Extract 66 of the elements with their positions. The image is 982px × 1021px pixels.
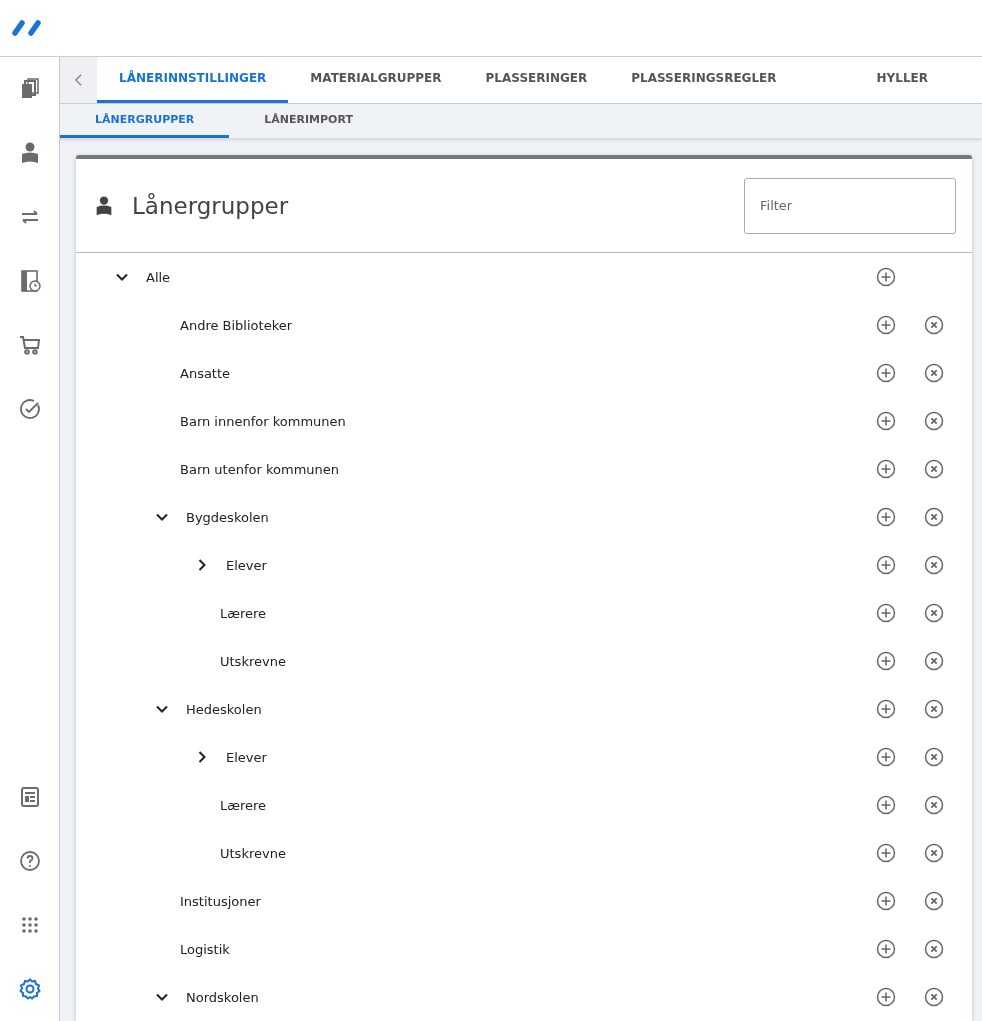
check-circle-icon[interactable] (17, 397, 42, 421)
add-icon[interactable] (876, 843, 896, 863)
group-name[interactable]: Utskrevne (220, 845, 286, 861)
add-icon[interactable] (876, 651, 896, 671)
group-name[interactable]: Lærere (220, 605, 267, 621)
group-name[interactable]: Andre Biblioteker (180, 317, 293, 333)
group-name[interactable]: Barn utenfor kommunen (180, 461, 339, 477)
chevron-down-icon[interactable] (156, 991, 168, 1003)
chevron-down-icon[interactable] (156, 703, 168, 715)
add-icon[interactable] (876, 747, 896, 767)
add-icon[interactable] (876, 267, 896, 287)
remove-icon[interactable] (924, 699, 944, 719)
tab[interactable]: MATERIALGRUPPER (288, 57, 464, 103)
group-name[interactable]: Lærere (220, 797, 267, 813)
remove-icon[interactable] (924, 603, 944, 623)
group-name[interactable]: Bygdeskolen (186, 509, 269, 525)
remove-icon[interactable] (924, 651, 944, 671)
group-name[interactable]: Barn innenfor kommunen (180, 413, 346, 429)
subtab[interactable]: LÅNERIMPORT (229, 103, 388, 138)
remove-icon[interactable] (924, 507, 944, 527)
remove-icon[interactable] (924, 411, 944, 431)
help-icon[interactable] (17, 849, 42, 873)
remove-icon[interactable] (924, 459, 944, 479)
group-name[interactable]: Hedeskolen (186, 701, 262, 717)
chevron-down-icon[interactable] (156, 511, 168, 523)
remove-icon[interactable] (924, 555, 944, 575)
card-title: Lånergrupper (132, 192, 290, 219)
chevron-right-icon[interactable] (196, 751, 208, 763)
add-icon[interactable] (876, 987, 896, 1007)
group-name[interactable]: Alle (146, 269, 171, 285)
remove-icon[interactable] (924, 891, 944, 911)
add-icon[interactable] (876, 459, 896, 479)
settings-icon[interactable] (17, 977, 42, 1001)
group-name[interactable]: Logistik (180, 941, 230, 957)
chevron-down-icon[interactable] (116, 271, 128, 283)
cart-icon[interactable] (17, 333, 42, 357)
chevron-left-icon (74, 72, 83, 87)
group-name[interactable]: Institusjoner (180, 893, 261, 909)
add-icon[interactable] (876, 939, 896, 959)
add-icon[interactable] (876, 507, 896, 527)
add-icon[interactable] (876, 315, 896, 335)
group-name[interactable]: Utskrevne (220, 653, 286, 669)
group-name[interactable]: Elever (226, 557, 267, 573)
add-icon[interactable] (876, 363, 896, 383)
chevron-right-icon[interactable] (196, 559, 208, 571)
add-icon[interactable] (876, 891, 896, 911)
add-icon[interactable] (876, 555, 896, 575)
remove-icon[interactable] (924, 939, 944, 959)
add-icon[interactable] (876, 603, 896, 623)
group-name[interactable]: Ansatte (180, 365, 231, 381)
tab[interactable]: PLASSERINGSREGLER (609, 57, 837, 103)
remove-icon[interactable] (924, 747, 944, 767)
tab[interactable]: HYLLER (836, 57, 949, 103)
remove-icon[interactable] (924, 843, 944, 863)
remove-icon[interactable] (924, 315, 944, 335)
remove-icon[interactable] (924, 795, 944, 815)
filter-field[interactable]: Filter (744, 177, 956, 234)
group-name[interactable]: Elever (226, 749, 267, 765)
remove-icon[interactable] (924, 987, 944, 1007)
add-icon[interactable] (876, 795, 896, 815)
subtab[interactable]: LÅNERGRUPPER (60, 103, 230, 138)
group-name[interactable]: Nordskolen (186, 989, 259, 1005)
remove-icon[interactable] (924, 363, 944, 383)
add-icon[interactable] (876, 699, 896, 719)
tab[interactable]: PLASSERINGER (463, 57, 610, 103)
add-icon[interactable] (876, 411, 896, 431)
